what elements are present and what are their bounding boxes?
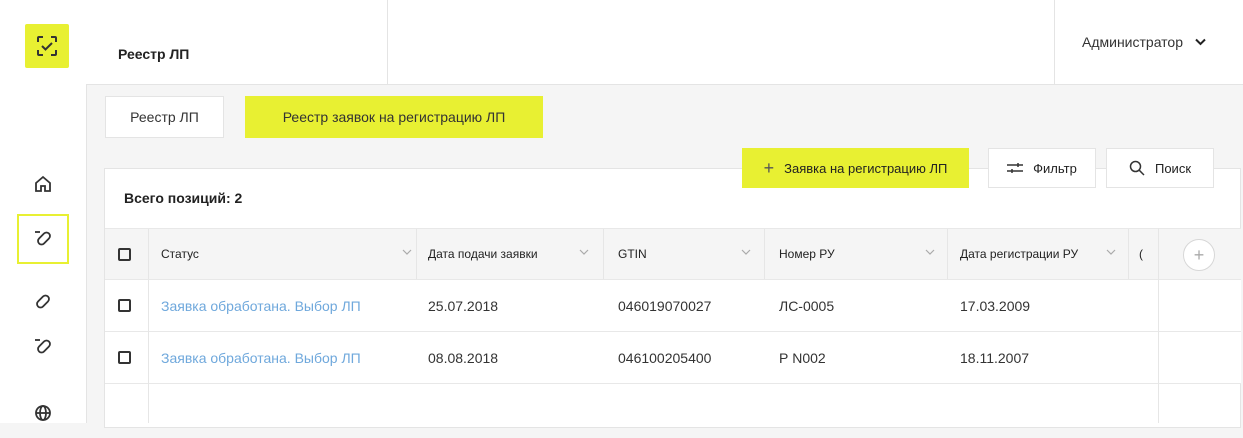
column-header-label: Дата регистрации РУ <box>960 247 1079 261</box>
ru-number: ЛС-0005 <box>779 297 835 314</box>
tab-registry[interactable]: Реестр ЛП <box>105 96 224 138</box>
column-header-label: Статус <box>161 247 199 261</box>
submission-date: 25.07.2018 <box>428 297 499 314</box>
sidebar-item-global[interactable] <box>17 388 69 438</box>
filter-icon <box>1007 163 1024 173</box>
filter-button[interactable]: Фильтр <box>988 148 1096 188</box>
column-header-status[interactable]: Статус <box>161 229 426 279</box>
search-button[interactable]: Поиск <box>1106 148 1214 188</box>
column-divider <box>1128 229 1129 279</box>
row-checkbox[interactable] <box>118 351 131 364</box>
chevron-down-icon <box>925 249 935 255</box>
search-label: Поиск <box>1154 160 1192 176</box>
table-row[interactable]: Заявка обработана. Выбор ЛП 08.08.2018 0… <box>105 332 1241 384</box>
row-checkbox[interactable] <box>118 299 131 312</box>
home-icon <box>35 175 51 192</box>
column-header-label: Номер РУ <box>779 247 835 261</box>
column-header-truncated[interactable]: ( <box>1139 229 1159 279</box>
total-count: Всего позиций: 2 <box>124 190 243 206</box>
column-divider <box>603 229 604 279</box>
globe-icon <box>35 405 51 421</box>
column-divider <box>148 280 149 423</box>
sidebar-item-cancelled[interactable] <box>17 322 69 372</box>
pill-icon <box>36 294 50 309</box>
column-header-ru-number[interactable]: Номер РУ <box>779 229 949 279</box>
column-header-label: ( <box>1139 247 1143 261</box>
column-header-gtin[interactable]: GTIN <box>618 229 765 279</box>
sidebar-item-registry-requests[interactable] <box>17 214 69 264</box>
chevron-down-icon <box>579 249 589 255</box>
column-divider <box>764 229 765 279</box>
chevron-down-icon <box>1195 38 1206 46</box>
status-link[interactable]: Заявка обработана. Выбор ЛП <box>161 332 361 383</box>
row-select-cell <box>118 332 131 383</box>
row-select-cell <box>118 280 131 331</box>
top-header: Реестр ЛП Администратор <box>86 0 1243 85</box>
column-divider <box>1158 228 1159 423</box>
ru-date: 18.11.2007 <box>960 349 1030 366</box>
column-header-label: Дата подачи заявки <box>428 247 538 261</box>
plus-icon: + <box>763 158 775 178</box>
select-all-checkbox[interactable] <box>118 247 131 261</box>
pill-crossed-icon <box>35 231 51 246</box>
logo-icon[interactable] <box>25 24 69 68</box>
add-request-label: Заявка на регистрацию ЛП <box>784 160 948 176</box>
select-all-cell <box>118 229 131 279</box>
status-link[interactable]: Заявка обработана. Выбор ЛП <box>161 280 361 331</box>
search-icon <box>1129 160 1145 176</box>
plus-icon: + <box>1193 244 1205 265</box>
filter-label: Фильтр <box>1033 160 1077 176</box>
header-divider <box>387 0 388 84</box>
table-header: Статус Дата подачи заявки GTIN Номер РУ … <box>105 228 1241 280</box>
add-column-button[interactable]: + <box>1183 239 1215 271</box>
header-divider <box>1054 0 1055 84</box>
table-row[interactable]: Заявка обработана. Выбор ЛП 25.07.2018 0… <box>105 280 1241 332</box>
column-header-submission-date[interactable]: Дата подачи заявки <box>428 229 603 279</box>
tab-registration-requests[interactable]: Реестр заявок на регистрацию ЛП <box>245 96 543 138</box>
column-header-label: GTIN <box>618 247 647 261</box>
gtin-value: 046019070027 <box>618 297 712 314</box>
chevron-down-icon <box>1106 249 1116 255</box>
ru-number: Р N002 <box>779 349 826 366</box>
ru-date: 17.03.2009 <box>960 297 1031 314</box>
gtin-value: 046100205400 <box>618 349 712 366</box>
column-header-ru-date[interactable]: Дата регистрации РУ <box>960 229 1130 279</box>
submission-date: 08.08.2018 <box>428 349 499 366</box>
add-request-button[interactable]: + Заявка на регистрацию ЛП <box>742 148 969 188</box>
column-divider <box>947 229 948 279</box>
user-menu[interactable]: Администратор <box>1082 34 1206 50</box>
sidebar-item-home[interactable] <box>17 159 69 209</box>
user-name: Администратор <box>1082 34 1184 50</box>
column-divider <box>148 229 149 279</box>
page-title: Реестр ЛП <box>118 46 190 62</box>
chevron-down-icon <box>741 249 751 255</box>
sidebar <box>0 0 87 423</box>
chevron-down-icon <box>402 249 412 255</box>
sidebar-item-medicines[interactable] <box>17 276 69 326</box>
pill-crossed-icon <box>35 339 51 354</box>
column-divider <box>416 229 417 279</box>
